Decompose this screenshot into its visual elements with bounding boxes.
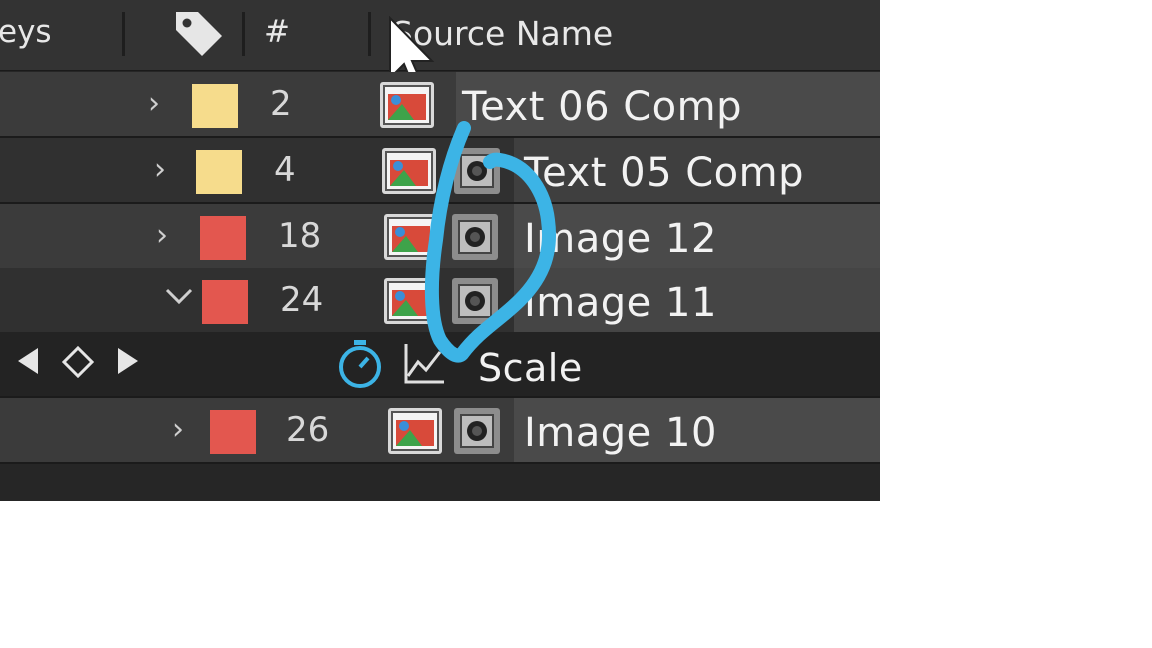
annotation-stroke [424,121,557,363]
layer-panel: eys # Source Name › 2 Text 06 Comp › 4 T… [0,0,880,501]
